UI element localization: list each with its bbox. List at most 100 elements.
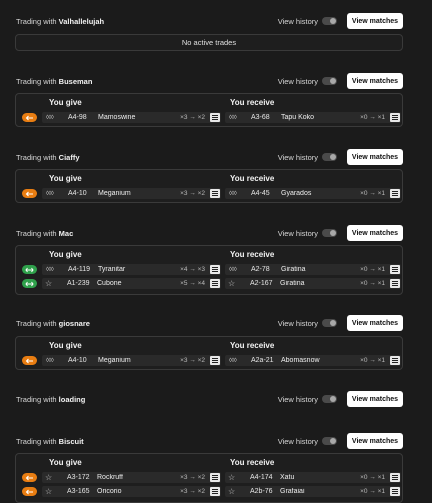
list-icon[interactable] xyxy=(390,356,400,365)
card-name: Meganium xyxy=(98,357,131,364)
card-code: A2-167 xyxy=(250,280,273,287)
give-card-row: ◊◊◊ A4-10 Meganium ×3 → ×2 xyxy=(42,355,221,366)
list-icon[interactable] xyxy=(210,265,220,274)
list-icon[interactable] xyxy=(210,279,220,288)
card-code: A4-10 xyxy=(68,357,87,364)
view-matches-button[interactable]: View matches xyxy=(347,391,403,407)
execute-trade-button[interactable] xyxy=(22,113,37,122)
view-history-label: View history xyxy=(277,76,318,86)
list-icon[interactable] xyxy=(390,189,400,198)
diamond-rarity-icon: ◊◊◊ xyxy=(46,114,54,121)
trade-card: You give You receive ◊◊◊ A4-98 Mamoswine… xyxy=(15,93,403,127)
view-matches-button[interactable]: View matches xyxy=(347,73,403,89)
trade-header: Trading with Mac View history View match… xyxy=(16,225,403,241)
view-matches-button[interactable]: View matches xyxy=(347,149,403,165)
card-quantity: ×0 → ×1 xyxy=(360,474,385,481)
view-history-label: View history xyxy=(277,394,318,404)
trade-header: Trading with Ciaffy View history View ma… xyxy=(16,149,403,165)
receive-card-row: ☆ A2b-76 Grafaiai ×0 → ×1 xyxy=(225,486,401,497)
star-rarity-icon: ☆ xyxy=(45,487,53,496)
card-quantity: ×3 → ×2 xyxy=(180,190,205,197)
view-history-toggle[interactable] xyxy=(322,319,337,327)
list-icon[interactable] xyxy=(210,189,220,198)
you-give-heading: You give xyxy=(49,458,82,467)
card-name: Mamoswine xyxy=(98,114,136,121)
arrow-left-icon xyxy=(25,489,33,494)
swap-trade-button[interactable] xyxy=(22,265,37,274)
list-icon[interactable] xyxy=(210,113,220,122)
trade-header: Trading with Biscuit View history View m… xyxy=(16,433,403,449)
view-history-toggle[interactable] xyxy=(322,229,337,237)
star-rarity-icon: ☆ xyxy=(228,487,236,496)
swap-arrows-icon xyxy=(25,281,34,286)
card-code: A3-68 xyxy=(251,114,270,121)
you-give-heading: You give xyxy=(49,250,82,259)
diamond-rarity-icon: ◊◊◊ xyxy=(229,114,237,121)
card-name: Gyarados xyxy=(281,190,312,197)
trade-title: Trading with Buseman xyxy=(16,76,93,86)
view-history-toggle[interactable] xyxy=(322,17,337,25)
arrow-left-icon xyxy=(25,115,33,120)
view-matches-button[interactable]: View matches xyxy=(347,315,403,331)
trade-header: Trading with Buseman View history View m… xyxy=(16,73,403,89)
diamond-rarity-icon: ◊◊◊ xyxy=(229,190,237,197)
view-history-toggle[interactable] xyxy=(322,153,337,161)
view-history-toggle[interactable] xyxy=(322,437,337,445)
card-name: Oricorio xyxy=(97,488,122,495)
trade-title: Trading with Ciaffy xyxy=(16,152,80,162)
card-name: Grafaiai xyxy=(280,488,305,495)
card-name: Meganium xyxy=(98,190,131,197)
view-matches-button[interactable]: View matches xyxy=(347,13,403,29)
give-card-row: ☆ A3-172 Rockruff ×3 → ×2 xyxy=(42,472,221,483)
card-name: Cubone xyxy=(97,280,122,287)
you-receive-heading: You receive xyxy=(230,98,275,107)
card-code: A4-10 xyxy=(68,190,87,197)
view-history-label: View history xyxy=(277,16,318,26)
give-card-row: ◊◊◊ A4-98 Mamoswine ×3 → ×2 xyxy=(42,112,221,123)
card-quantity: ×5 → ×4 xyxy=(180,280,205,287)
trade-title: Trading with Valhallelujah xyxy=(16,16,105,26)
arrow-left-icon xyxy=(25,475,33,480)
view-history-label: View history xyxy=(277,318,318,328)
trade-card: You give You receive ◊◊◊ A4-119 Tyranita… xyxy=(15,245,403,295)
card-code: A2-78 xyxy=(251,266,270,273)
card-code: A3-165 xyxy=(67,488,90,495)
list-icon[interactable] xyxy=(390,473,400,482)
card-quantity: ×0 → ×1 xyxy=(360,280,385,287)
you-give-heading: You give xyxy=(49,98,82,107)
card-name: Tapu Koko xyxy=(281,114,315,121)
view-history-toggle[interactable] xyxy=(322,77,337,85)
execute-trade-button[interactable] xyxy=(22,189,37,198)
trade-title: Trading with Biscuit xyxy=(16,436,84,446)
view-matches-button[interactable]: View matches xyxy=(347,433,403,449)
trade-card: You give You receive ◊◊◊ A4-10 Meganium … xyxy=(15,169,403,203)
card-name: Giratina xyxy=(280,280,305,287)
list-icon[interactable] xyxy=(210,356,220,365)
execute-trade-button[interactable] xyxy=(22,356,37,365)
card-name: Rockruff xyxy=(97,474,123,481)
you-receive-heading: You receive xyxy=(230,341,275,350)
diamond-rarity-icon: ◊◊◊ xyxy=(46,266,54,273)
list-icon[interactable] xyxy=(390,487,400,496)
swap-trade-button[interactable] xyxy=(22,279,37,288)
execute-trade-button[interactable] xyxy=(22,487,37,496)
arrow-left-icon xyxy=(25,191,33,196)
trade-header: Trading with giosnare View history View … xyxy=(16,315,403,331)
view-matches-button[interactable]: View matches xyxy=(347,225,403,241)
trade-header: Trading with loading View history View m… xyxy=(16,391,403,407)
trade-title: Trading with Mac xyxy=(16,228,74,238)
list-icon[interactable] xyxy=(210,487,220,496)
card-quantity: ×4 → ×3 xyxy=(180,266,205,273)
execute-trade-button[interactable] xyxy=(22,473,37,482)
trade-header: Trading with Valhallelujah View history … xyxy=(16,13,403,29)
list-icon[interactable] xyxy=(390,279,400,288)
star-rarity-icon: ☆ xyxy=(45,279,53,288)
view-history-toggle[interactable] xyxy=(322,395,337,403)
list-icon[interactable] xyxy=(390,113,400,122)
card-quantity: ×0 → ×1 xyxy=(360,357,385,364)
list-icon[interactable] xyxy=(210,473,220,482)
receive-card-row: ◊◊◊ A2a-21 Abomasnow ×0 → ×1 xyxy=(225,355,401,366)
card-quantity: ×0 → ×1 xyxy=(360,114,385,121)
give-card-row: ◊◊◊ A4-10 Meganium ×3 → ×2 xyxy=(42,188,221,199)
list-icon[interactable] xyxy=(390,265,400,274)
